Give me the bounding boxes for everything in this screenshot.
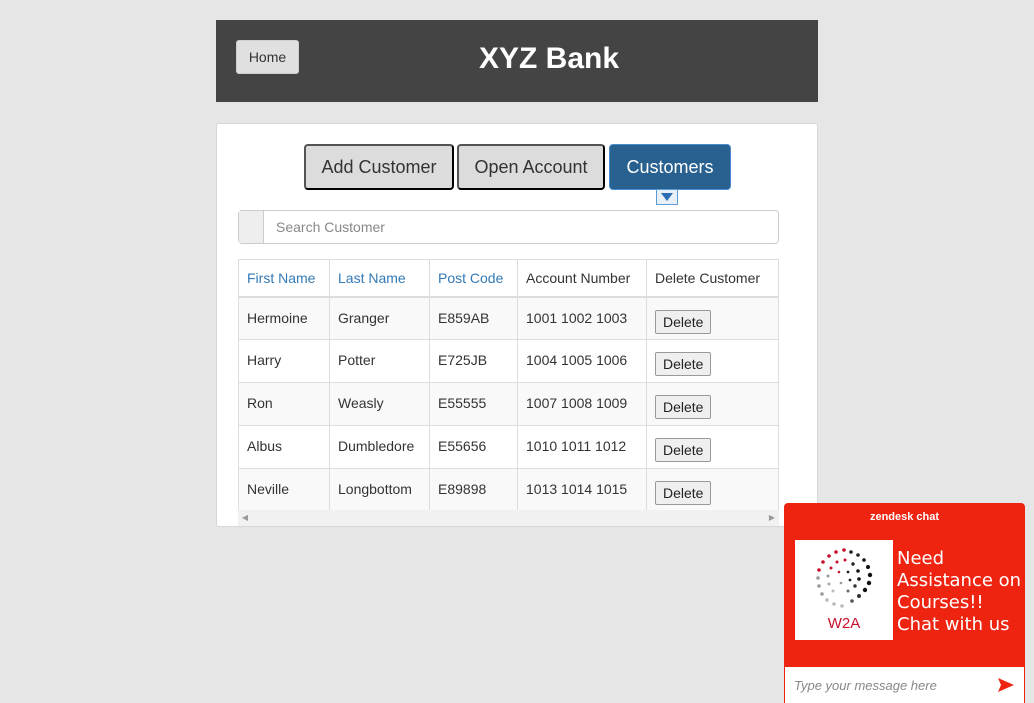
table-row: Hermoine Granger E859AB 1001 1002 1003 D… [238, 296, 779, 340]
send-arrow-icon[interactable] [988, 667, 1024, 703]
customers-scroll-area: First Name Last Name Post Code Account N… [238, 210, 796, 526]
post-code-cell: E859AB [429, 296, 518, 340]
search-addon [239, 211, 264, 243]
post-code-header[interactable]: Post Code [429, 259, 518, 298]
first-name-cell: Ron [238, 382, 330, 426]
brand-title: XYZ Bank [478, 42, 620, 75]
delete-cell: Delete [646, 425, 779, 469]
first-name-cell: Harry [238, 339, 330, 383]
chat-widget[interactable]: zendesk chat W2A Need Assistance on Cour… [784, 503, 1025, 703]
chat-input-bar [785, 667, 1024, 703]
delete-cell: Delete [646, 339, 779, 383]
post-code-cell: E55555 [429, 382, 518, 426]
table-row: Neville Longbottom E89898 1013 1014 1015… [238, 468, 779, 512]
delete-button[interactable]: Delete [655, 481, 712, 505]
last-name-cell: Dumbledore [329, 425, 430, 469]
delete-cell: Delete [646, 296, 779, 340]
account-number-cell: 1001 1002 1003 [517, 296, 647, 340]
last-name-cell: Weasly [329, 382, 430, 426]
delete-button[interactable]: Delete [655, 309, 712, 334]
last-name-header[interactable]: Last Name [329, 259, 430, 298]
post-code-cell: E725JB [429, 339, 518, 383]
app-header: Home XYZ Bank [216, 20, 818, 102]
main-panel: Add Customer Open Account Customers Firs… [216, 123, 818, 527]
account-number-cell: 1007 1008 1009 [517, 382, 647, 426]
first-name-cell: Neville [238, 468, 330, 512]
caret-down-icon [656, 189, 678, 205]
tab-add-customer[interactable]: Add Customer [304, 144, 454, 190]
last-name-cell: Longbottom [329, 468, 430, 512]
scroll-left-icon[interactable]: ◀ [238, 510, 252, 526]
first-name-cell: Hermoine [238, 296, 330, 340]
horizontal-scrollbar[interactable]: ◀ ▶ [238, 510, 779, 526]
chat-title: zendesk chat [869, 511, 940, 523]
account-number-header: Account Number [517, 259, 647, 298]
tab-bar: Add Customer Open Account Customers [217, 144, 817, 205]
delete-button[interactable]: Delete [655, 352, 712, 376]
delete-cell: Delete [646, 468, 779, 512]
table-header-row: First Name Last Name Post Code Account N… [238, 259, 779, 298]
chat-message: Need Assistance on Courses!! Chat with u… [897, 548, 1022, 635]
search-box [238, 210, 779, 244]
first-name-cell: Albus [238, 425, 330, 469]
table-row: Albus Dumbledore E55656 1010 1011 1012 D… [238, 425, 779, 469]
delete-customer-header: Delete Customer [646, 259, 779, 298]
first-name-header[interactable]: First Name [238, 259, 330, 298]
table-row: Ron Weasly E55555 1007 1008 1009 Delete [238, 382, 779, 426]
tab-open-account[interactable]: Open Account [457, 144, 605, 190]
w2a-logo: W2A [795, 540, 893, 640]
post-code-cell: E55656 [429, 425, 518, 469]
account-number-cell: 1010 1011 1012 [517, 425, 647, 469]
delete-button[interactable]: Delete [655, 395, 712, 419]
tab-customers[interactable]: Customers [609, 144, 731, 190]
table-row: Harry Potter E725JB 1004 1005 1006 Delet… [238, 339, 779, 383]
logo-text: W2A [828, 615, 861, 632]
scroll-right-icon[interactable]: ▶ [765, 510, 779, 526]
post-code-cell: E89898 [429, 468, 518, 512]
last-name-cell: Granger [329, 296, 430, 340]
delete-button[interactable]: Delete [655, 438, 712, 462]
account-number-cell: 1004 1005 1006 [517, 339, 647, 383]
account-number-cell: 1013 1014 1015 [517, 468, 647, 512]
last-name-cell: Potter [329, 339, 430, 383]
search-customer-input[interactable] [264, 211, 778, 243]
customers-table: First Name Last Name Post Code Account N… [238, 259, 779, 512]
chat-message-input[interactable] [785, 667, 988, 703]
delete-cell: Delete [646, 382, 779, 426]
